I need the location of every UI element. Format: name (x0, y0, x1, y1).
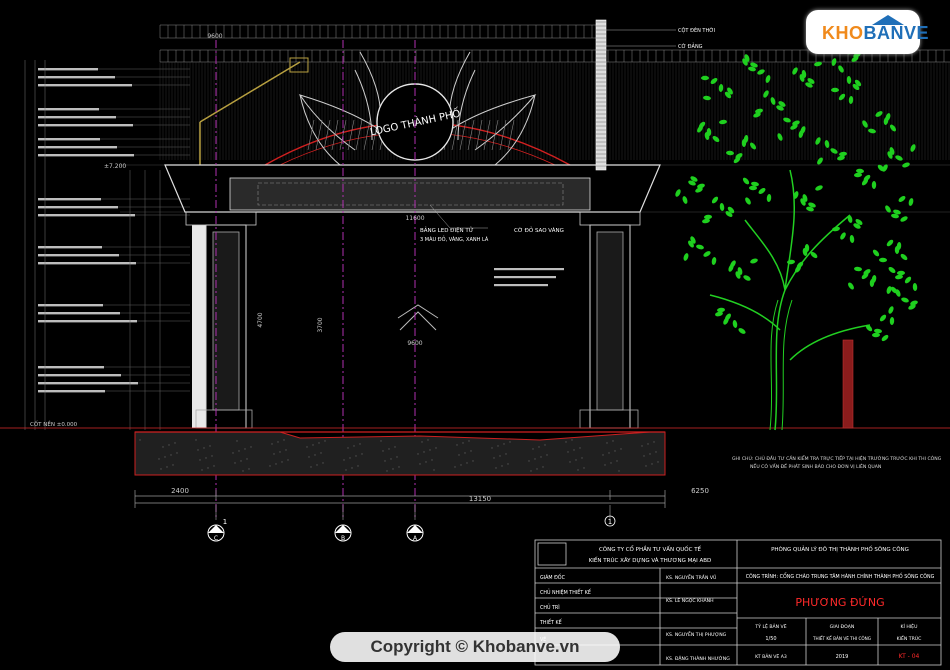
dim-top-elev: ±7.200 (104, 163, 126, 170)
scale-value: 1/50 (765, 636, 776, 642)
sheet-no: KT - 04 (899, 653, 920, 660)
copyright-watermark: Copyright © Khobanve.vn (330, 632, 620, 662)
flagpole-label: CỜ ĐẢNG (678, 42, 703, 50)
axis-label: B (341, 535, 345, 542)
khobanve-logo-badge[interactable]: KHOBANVE (806, 10, 929, 54)
dim-column-height: 4700 (257, 312, 264, 327)
left-column (185, 211, 257, 429)
stage-value: THIẾT KẾ BẢN VẼ THI CÔNG (812, 635, 871, 641)
dim-clear-height: 3700 (317, 317, 324, 332)
led-sign-sub: 3 MÀU ĐỎ, VÀNG, XANH LÁ (420, 235, 489, 243)
dim-inner-span: 9600 (407, 340, 422, 347)
cad-elevation-drawing: LOGO THÀNH PHỐ 2400 6250 13150 9600 1160… (0, 0, 950, 670)
top-note: CỘT ĐÈN THỜI (678, 26, 715, 34)
bollard (842, 339, 854, 429)
stage-label: GIAI ĐOẠN (830, 624, 855, 630)
dim-right-offset: 6250 (691, 487, 709, 495)
company-line1: CÔNG TY CỔ PHẦN TƯ VẤN QUỐC TẾ (599, 545, 702, 553)
designer-name: KS. ĐẶNG THÀNH NHƯỜNG (666, 655, 730, 662)
dim-total-width: 13150 (469, 495, 491, 503)
brand-text: KHOBANVE (822, 23, 930, 43)
axis-label: 1 (223, 518, 227, 526)
dim-top-span: 9600 (207, 33, 222, 40)
ground-label: CỐT NỀN ±0.000 (30, 420, 78, 428)
axis-label: C (214, 535, 218, 542)
client: PHÒNG QUẢN LÝ ĐÔ THỊ THÀNH PHỐ SÔNG CÔNG (771, 545, 909, 553)
dim-beam-span: 11600 (405, 215, 424, 222)
sheet-title: PHƯƠNG ĐỨNG (795, 596, 884, 609)
dim-left-offset: 2400 (171, 487, 189, 495)
flag-label: CỜ ĐỎ SAO VÀNG (514, 226, 564, 234)
company-line2: KIẾN TRÚC XÂY DỰNG VÀ THƯƠNG MẠI ABD (589, 556, 712, 564)
year: 2019 (836, 654, 849, 660)
right-light-pillar (595, 19, 607, 171)
led-sign-label: BẢNG LED ĐIỆN TỬ (420, 226, 474, 234)
axis-label: 1 (608, 518, 612, 526)
